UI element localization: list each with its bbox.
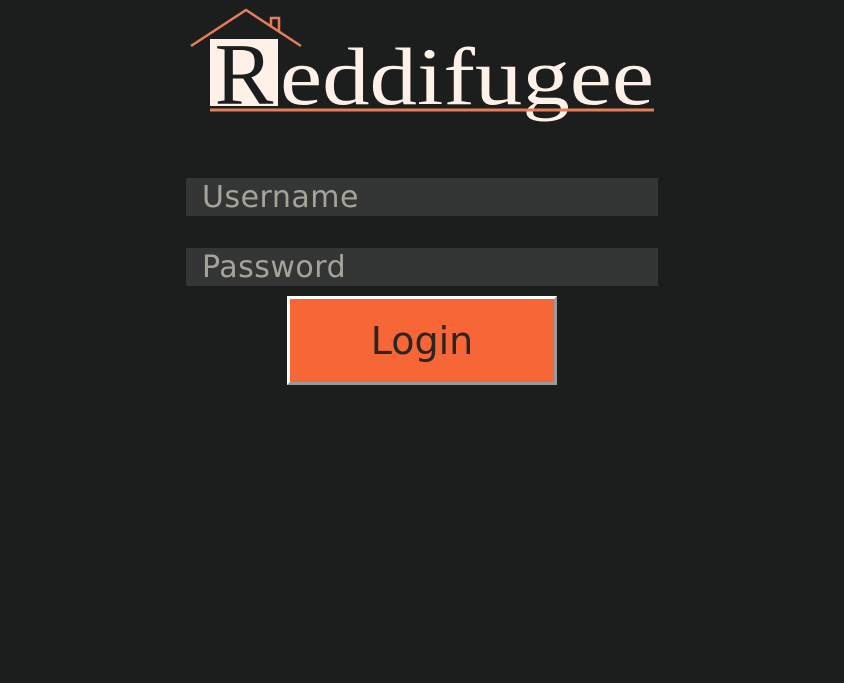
password-input[interactable]	[186, 248, 658, 286]
logo-wordmark: eddifugee	[280, 31, 654, 122]
username-input[interactable]	[186, 178, 658, 216]
reddifugee-logo: R eddifugee	[190, 8, 656, 132]
login-button[interactable]: Login	[287, 296, 557, 385]
